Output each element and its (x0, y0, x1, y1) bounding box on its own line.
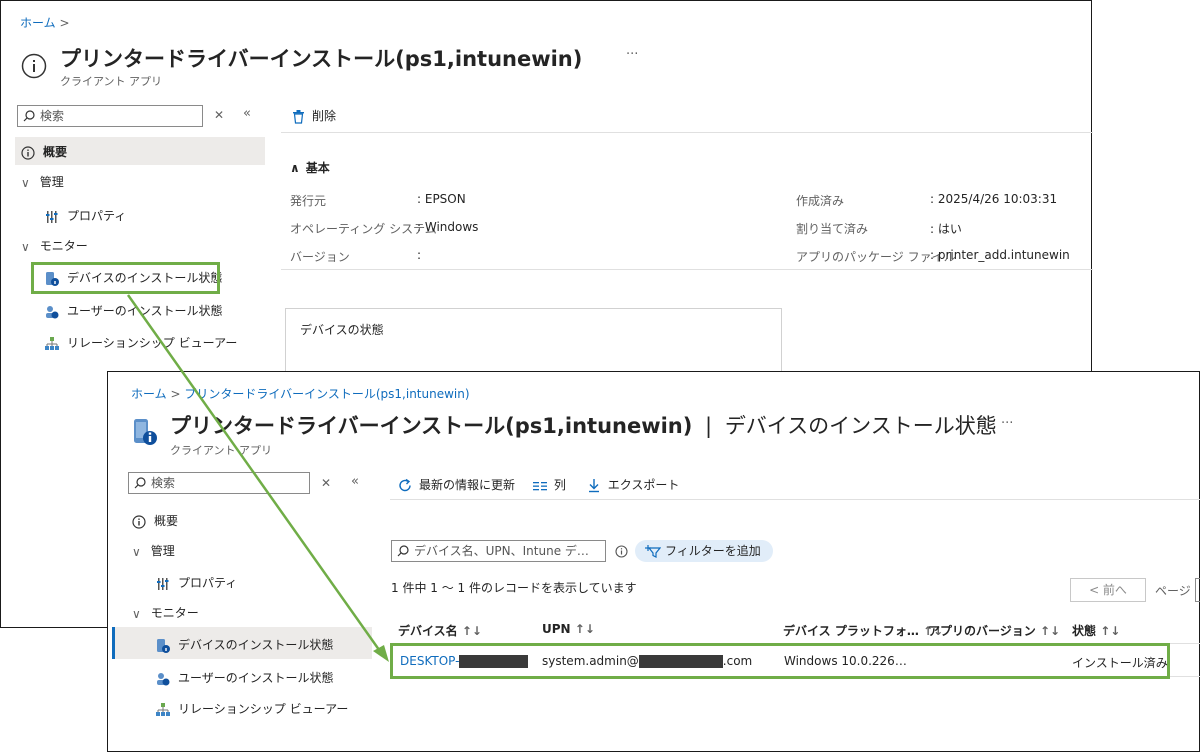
chevron-down-icon: ∨ (21, 175, 30, 190)
highlight-box (31, 262, 220, 294)
sidebar-group-manage[interactable]: ∨ 管理 (132, 542, 175, 559)
more-options-button[interactable]: ··· (1001, 416, 1013, 431)
publisher-value: : EPSON (417, 192, 466, 206)
info-icon (21, 53, 47, 79)
search-icon (23, 110, 35, 122)
export-button[interactable]: エクスポート (588, 478, 679, 493)
sidebar-item-properties[interactable]: プロパティ (45, 207, 126, 224)
chevron-down-icon: ∨ (132, 544, 141, 559)
sort-icon: ↑↓ (1100, 624, 1121, 638)
collapse-sidebar-icon[interactable]: « (243, 106, 251, 121)
front-panel: ホーム > プリンタードライバーインストール(ps1,intunewin) プリ… (107, 371, 1200, 752)
column-header-status[interactable]: 状態 ↑↓ (1072, 622, 1120, 639)
search-placeholder: 検索 (151, 476, 176, 490)
breadcrumb-home[interactable]: ホーム (20, 16, 56, 30)
add-filter-button[interactable]: フィルターを追加 (635, 540, 773, 562)
os-label: オペレーティング システム (290, 222, 437, 236)
device-status-icon (157, 638, 170, 653)
search-icon (134, 477, 146, 489)
breadcrumb: ホーム > (20, 14, 70, 31)
record-count: 1 件中 1 ～ 1 件のレコードを表示しています (391, 581, 637, 595)
assigned-label: 割り当て済み (796, 222, 869, 236)
column-header-app-version[interactable]: アプリのバージョン ↑↓ (928, 622, 1060, 639)
columns-icon (532, 481, 547, 490)
sidebar-search-input[interactable]: 検索 (128, 472, 310, 494)
page-subtitle: クライアント アプリ (170, 444, 273, 457)
search-icon (397, 545, 409, 557)
info-icon[interactable] (615, 545, 628, 558)
trash-icon (293, 109, 304, 124)
sidebar-item-user-install[interactable]: ユーザーのインストール状態 (156, 669, 334, 686)
device-status-icon (134, 419, 157, 445)
device-filter-input[interactable]: デバイス名、UPN、Intune デ… (391, 540, 606, 562)
selected-indicator (112, 627, 115, 659)
sort-icon: ↑↓ (461, 624, 482, 638)
created-label: 作成済み (796, 194, 845, 208)
sidebar-group-monitor[interactable]: ∨ モニター (132, 604, 199, 621)
refresh-icon (399, 478, 411, 492)
breadcrumb-separator: > (59, 16, 70, 30)
page-title: プリンタードライバーインストール(ps1,intunewin) (60, 47, 583, 71)
sidebar-item-overview[interactable]: 概要 (132, 512, 178, 529)
created-value: : 2025/4/26 10:03:31 (930, 192, 1058, 206)
sidebar-group-manage[interactable]: ∨ 管理 (21, 173, 64, 190)
chevron-up-icon: ∧ (290, 161, 300, 175)
version-label: バージョン (290, 250, 350, 264)
package-file-value: : printer_add.intunewin (930, 248, 1070, 262)
column-header-device-name[interactable]: デバイス名 ↑↓ (398, 622, 482, 639)
sort-icon: ↑↓ (1039, 624, 1061, 638)
filter-placeholder: デバイス名、UPN、Intune デ… (414, 544, 589, 558)
relationship-icon (45, 336, 59, 350)
properties-icon (46, 210, 58, 223)
refresh-button[interactable]: 最新の情報に更新 (398, 478, 519, 492)
sidebar-item-user-install[interactable]: ユーザーのインストール状態 (45, 302, 223, 319)
sidebar-item-device-install-label: デバイスのインストール状態 (156, 636, 333, 654)
essentials-header[interactable]: ∧ 基本 (290, 159, 330, 176)
download-icon (588, 479, 599, 493)
properties-icon (157, 577, 169, 590)
breadcrumb-app[interactable]: プリンタードライバーインストール(ps1,intunewin) (184, 387, 469, 401)
user-status-icon (157, 672, 170, 685)
clear-search-icon[interactable]: ✕ (214, 108, 224, 122)
user-status-icon (46, 305, 59, 318)
sidebar-search-input[interactable]: 検索 (17, 105, 203, 127)
breadcrumb: ホーム > プリンタードライバーインストール(ps1,intunewin) (131, 387, 470, 401)
add-filter-icon (645, 545, 661, 558)
page-label: ページ (1155, 584, 1191, 598)
collapse-sidebar-icon[interactable]: « (351, 474, 359, 489)
chevron-down-icon: ∨ (21, 239, 30, 254)
sidebar-item-properties[interactable]: プロパティ (156, 574, 237, 591)
sort-icon: ↑↓ (574, 622, 595, 636)
clear-search-icon[interactable]: ✕ (321, 476, 331, 490)
sidebar-item-relationship-viewer[interactable]: リレーションシップ ビューアー (156, 700, 348, 717)
assigned-value: : はい (930, 222, 962, 236)
columns-button[interactable]: 列 (532, 478, 570, 492)
page-title: プリンタードライバーインストール(ps1,intunewin) | デバイスのイ… (170, 414, 997, 438)
toolbar: 最新の情報に更新 列 エクスポート (398, 476, 679, 493)
relationship-icon (156, 702, 170, 716)
chevron-down-icon: ∨ (132, 606, 141, 621)
info-icon (21, 145, 35, 160)
highlight-box (390, 643, 1170, 679)
sidebar-item-overview-label: 概要 (21, 143, 67, 160)
version-value: : (417, 248, 422, 262)
info-icon (132, 514, 146, 529)
column-header-upn[interactable]: UPN ↑↓ (542, 622, 595, 636)
page-number-select[interactable] (1195, 578, 1200, 602)
device-status-card-title: デバイスの状態 (300, 323, 384, 337)
prev-page-button[interactable]: < 前へ (1070, 578, 1146, 602)
publisher-label: 発行元 (290, 194, 327, 208)
more-options-button[interactable]: ··· (626, 47, 638, 62)
delete-button[interactable]: 削除 (292, 107, 336, 124)
column-header-platform[interactable]: デバイス プラットフォ… ↑↓ (783, 622, 943, 639)
sidebar-item-relationship-viewer[interactable]: リレーションシップ ビューアー (45, 334, 237, 351)
os-value: : Windows (417, 220, 479, 234)
search-placeholder: 検索 (40, 109, 65, 123)
page-subtitle: クライアント アプリ (60, 75, 163, 88)
breadcrumb-home[interactable]: ホーム (131, 387, 167, 401)
sidebar-group-monitor[interactable]: ∨ モニター (21, 237, 88, 254)
